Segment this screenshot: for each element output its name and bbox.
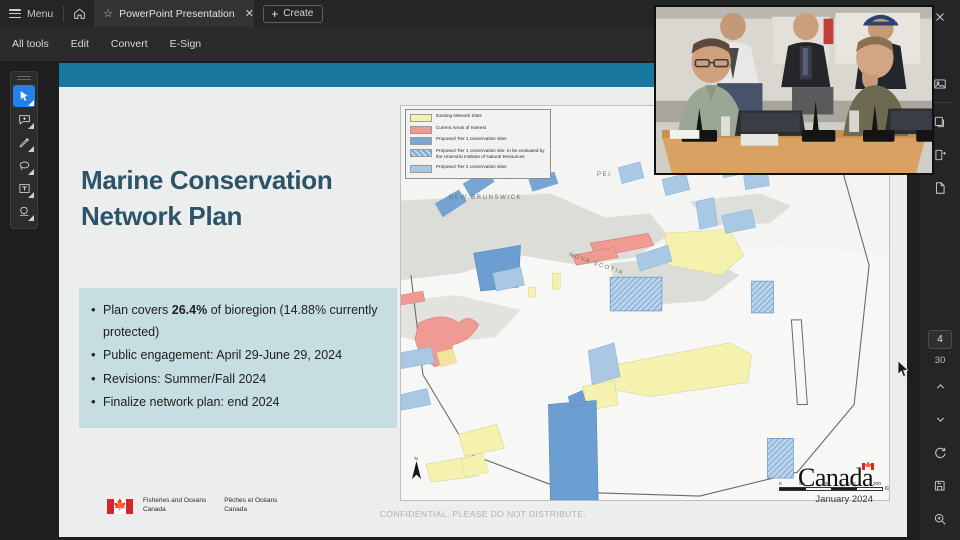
chevron-up-icon — [936, 384, 944, 389]
tool-caret-icon — [28, 100, 34, 106]
select-tool[interactable] — [13, 85, 35, 107]
map-scale-bar: 0 50 100 150 200 Kilometers — [779, 481, 889, 492]
tool-caret-icon — [28, 123, 34, 129]
map-label-pei: PEI — [597, 172, 612, 178]
scale-unit-label: Kilometers — [885, 485, 890, 492]
save-page-icon — [934, 480, 945, 491]
legend-label: Current Areas of Interest — [436, 124, 487, 130]
video-frame — [656, 7, 932, 173]
north-arrow: N — [409, 456, 423, 486]
zoom-in-button[interactable] — [920, 502, 960, 535]
stamp-tool[interactable] — [13, 200, 35, 222]
home-button[interactable] — [64, 0, 94, 27]
scale-tick: 150 — [847, 481, 856, 487]
north-arrow-icon — [411, 461, 421, 480]
extract-pages-icon — [935, 149, 946, 160]
menu-item-esign[interactable]: E-Sign — [170, 38, 202, 50]
legend-label: Proposed Tier 1 conservation site- to be… — [436, 147, 545, 160]
scale-tick: 50 — [799, 481, 805, 487]
slide-title: Marine Conservation Network Plan — [81, 165, 333, 231]
copy-pages-icon — [934, 116, 944, 127]
legend-row: Proposed Tier 1 conservation site- to be… — [410, 148, 546, 162]
left-tool-rail — [0, 61, 48, 540]
annotation-toolbox — [10, 71, 38, 229]
legend-swatch-tier1-uinr — [410, 148, 432, 157]
menu-item-all-tools[interactable]: All tools — [12, 38, 49, 50]
menu-label: Menu — [27, 7, 54, 20]
map-legend: Existing Network Sites Current Areas of … — [405, 109, 551, 180]
previous-page-button[interactable] — [920, 370, 960, 403]
legend-swatch-interest — [410, 125, 432, 134]
legend-swatch-existing — [410, 114, 432, 122]
cursor-arrow-icon — [897, 360, 909, 378]
menu-button[interactable]: Menu — [0, 0, 63, 27]
meeting-video-feed[interactable] — [654, 5, 934, 175]
bullet-item-3: Revisions: Summer/Fall 2024 — [87, 368, 387, 391]
scale-tick: 0 — [779, 481, 782, 487]
confidential-notice: CONFIDENTIAL. PLEASE DO NOT DISTRIBUTE. — [379, 509, 587, 519]
document-tab[interactable]: ☆ PowerPoint Presentation ✕ — [94, 0, 255, 27]
tab-close-icon[interactable]: ✕ — [245, 7, 254, 20]
tool-caret-icon — [28, 146, 34, 152]
rotate-page-button[interactable] — [920, 436, 960, 469]
hamburger-icon — [9, 9, 21, 18]
mouse-cursor — [897, 360, 910, 384]
image-export-icon — [934, 78, 946, 89]
star-icon[interactable]: ☆ — [103, 7, 113, 20]
tool-caret-icon — [28, 169, 34, 175]
bullet-item-2: Public engagement: April 29-June 29, 202… — [87, 344, 387, 367]
next-page-button[interactable] — [920, 403, 960, 436]
slide-date: January 2024 — [815, 494, 873, 505]
scale-tick: 100 — [821, 481, 830, 487]
toolbox-drag-handle[interactable] — [17, 76, 31, 80]
menu-item-edit[interactable]: Edit — [71, 38, 89, 50]
scale-segments — [779, 487, 883, 491]
single-page-button[interactable] — [920, 171, 960, 204]
plus-icon: + — [271, 6, 279, 21]
highlight-tool[interactable] — [13, 154, 35, 176]
draw-tool[interactable] — [13, 131, 35, 153]
legend-label: Proposed Tier 1 conservation sites — [436, 136, 507, 141]
legend-label: Proposed Tier 2 conservation sites — [436, 163, 507, 169]
legend-row: Proposed Tier 2 conservation sites — [410, 164, 546, 173]
save-page-button[interactable] — [920, 469, 960, 502]
bullet-panel: Plan covers 26.4% of bioregion (14.88% c… — [79, 288, 397, 428]
wordmark-flag-icon: 🍁 — [862, 463, 874, 470]
application-window: Menu ☆ PowerPoint Presentation ✕ + Creat… — [0, 0, 960, 540]
zoom-out-button[interactable] — [920, 535, 960, 540]
bullet-item-1: Plan covers 26.4% of bioregion (14.88% c… — [87, 299, 387, 343]
text-tool[interactable] — [13, 177, 35, 199]
menu-item-convert[interactable]: Convert — [111, 38, 148, 50]
current-page-indicator[interactable]: 4 — [928, 330, 952, 349]
legend-row: Existing Network Sites — [410, 113, 546, 122]
home-icon — [73, 8, 85, 19]
total-pages-label: 30 — [934, 355, 946, 366]
legend-swatch-tier2 — [410, 164, 432, 173]
close-icon — [936, 12, 944, 21]
rotate-icon — [935, 447, 946, 458]
comment-tool[interactable] — [13, 108, 35, 130]
zoom-in-icon — [934, 513, 946, 525]
legend-row: Current Areas of Interest — [410, 125, 546, 134]
legend-row: Proposed Tier 1 conservation sites — [410, 136, 546, 145]
chevron-down-icon — [936, 417, 944, 422]
tool-caret-icon — [28, 215, 34, 221]
map-label-new-brunswick: NEW BRUNSWICK — [449, 195, 523, 201]
tool-caret-icon — [28, 192, 34, 198]
single-page-icon — [936, 181, 945, 194]
legend-swatch-tier1 — [410, 137, 432, 145]
legend-label: Existing Network Sites — [436, 113, 482, 118]
create-button[interactable]: + Create — [263, 4, 324, 23]
scale-tick: 200 — [872, 481, 881, 487]
create-label: Create — [283, 8, 314, 19]
tab-title: PowerPoint Presentation — [119, 7, 235, 20]
bullet-item-4: Finalize network plan: end 2024 — [87, 391, 387, 414]
